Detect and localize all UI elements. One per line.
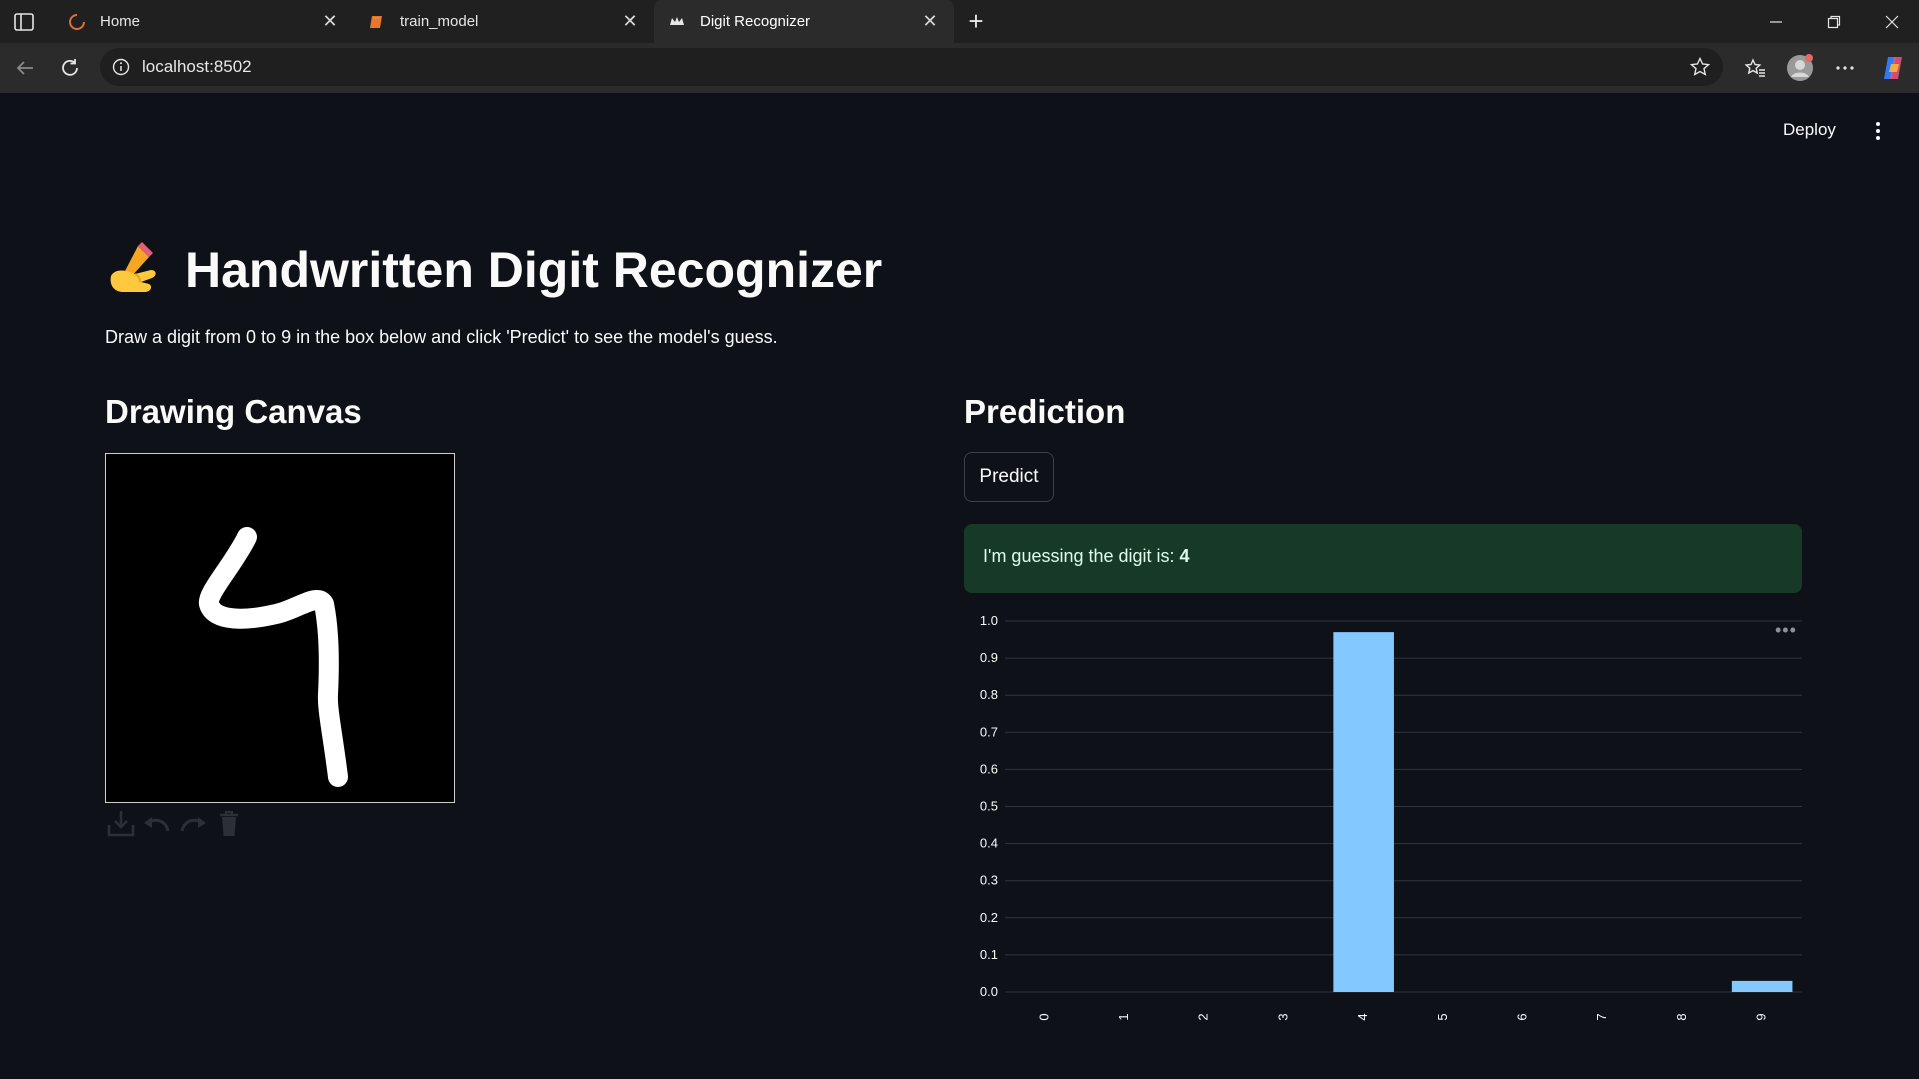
copilot-icon	[1884, 57, 1902, 79]
download-icon[interactable]	[105, 807, 137, 839]
deploy-button[interactable]: Deploy	[1783, 120, 1836, 140]
back-button[interactable]	[10, 53, 40, 83]
new-tab-button[interactable]: +	[962, 8, 990, 36]
url-text: localhost:8502	[142, 57, 252, 76]
tab-digit-recognizer[interactable]: Digit Recognizer ✕	[654, 0, 954, 43]
x-tick-label: 0	[1036, 1013, 1051, 1020]
chart-bar[interactable]	[1333, 632, 1394, 992]
address-bar[interactable]: localhost:8502	[100, 48, 1723, 86]
restore-button[interactable]	[1805, 0, 1863, 43]
back-arrow-icon	[16, 61, 33, 75]
reload-button[interactable]	[55, 53, 85, 83]
x-tick-label: 4	[1355, 1013, 1370, 1020]
y-tick-label: 0.1	[980, 947, 998, 962]
page-description: Draw a digit from 0 to 9 in the box belo…	[105, 327, 778, 347]
chart-bar[interactable]	[1731, 980, 1793, 992]
x-tick-label: 6	[1514, 1013, 1529, 1020]
more-options-button[interactable]	[1830, 53, 1860, 83]
page-title-text: Handwritten Digit Recognizer	[185, 242, 883, 298]
y-tick-label: 1.0	[980, 613, 998, 628]
canvas-toolbar	[105, 807, 245, 841]
x-tick-label: 3	[1275, 1013, 1290, 1020]
y-tick-label: 0.5	[980, 799, 998, 814]
favorites-button[interactable]	[1740, 53, 1770, 83]
x-tick-label: 1	[1116, 1013, 1131, 1020]
canvas-heading: Drawing Canvas	[105, 393, 362, 430]
more-horizontal-icon	[1836, 66, 1854, 70]
trash-icon[interactable]	[213, 807, 245, 839]
undo-icon[interactable]	[141, 807, 173, 839]
page-title: Handwritten Digit Recognizer	[105, 240, 882, 300]
tab-train-model[interactable]: train_model ✕	[354, 0, 654, 43]
minimize-button[interactable]	[1747, 0, 1805, 43]
browser-toolbar: localhost:8502	[0, 43, 1919, 93]
streamlit-crown-icon	[668, 13, 686, 31]
tab-title: train_model	[400, 13, 479, 30]
main-menu-icon[interactable]	[1868, 119, 1888, 143]
redo-icon[interactable]	[177, 807, 209, 839]
prediction-heading: Prediction	[964, 393, 1126, 430]
y-tick-label: 0.8	[980, 687, 998, 702]
reload-icon	[62, 59, 78, 76]
favorites-icon	[1744, 58, 1765, 77]
writing-hand-icon	[110, 242, 156, 292]
x-tick-label: 7	[1594, 1013, 1609, 1020]
close-icon[interactable]: ✕	[920, 11, 940, 32]
result-prefix: I'm guessing the digit is:	[983, 546, 1180, 566]
chart-more-icon[interactable]: •••	[1775, 620, 1797, 641]
avatar	[1787, 54, 1813, 81]
tab-title: Digit Recognizer	[700, 13, 811, 30]
y-tick-label: 0.0	[980, 984, 998, 999]
close-window-button[interactable]	[1863, 0, 1919, 43]
drawn-digit-stroke	[198, 527, 348, 787]
y-tick-label: 0.3	[980, 873, 998, 888]
y-tick-label: 0.7	[980, 724, 998, 739]
x-tick-label: 5	[1435, 1013, 1450, 1020]
predict-button[interactable]: Predict	[964, 452, 1054, 502]
close-icon[interactable]: ✕	[620, 11, 640, 32]
star-icon[interactable]	[1689, 56, 1711, 78]
copilot-button[interactable]	[1878, 53, 1908, 83]
loading-icon	[68, 13, 86, 31]
tab-title: Home	[100, 13, 141, 30]
probability-bar-chart: 0.0 0.1 0.2 0.3 0.4 0.5 0.6 0.7 0.8 0.9 1.0 0 1 2 3 4 5 6…	[980, 613, 1802, 1021]
prediction-result-alert: I'm guessing the digit is: 4	[964, 524, 1802, 593]
x-tick-label: 2	[1196, 1013, 1211, 1020]
y-tick-label: 0.4	[980, 836, 998, 851]
profile-button[interactable]	[1785, 53, 1815, 83]
y-tick-label: 0.2	[980, 910, 998, 925]
y-tick-label: 0.6	[980, 761, 998, 776]
tab-home[interactable]: Home ✕	[54, 0, 354, 43]
notebook-icon	[368, 13, 386, 31]
result-digit: 4	[1179, 546, 1190, 566]
x-tick-label: 9	[1754, 1013, 1769, 1020]
x-tick-label: 8	[1674, 1013, 1689, 1020]
browser-tab-bar: Home ✕ train_model ✕ Digit Recognizer ✕ …	[0, 0, 1919, 43]
close-icon[interactable]: ✕	[320, 11, 340, 32]
info-icon[interactable]	[112, 58, 130, 76]
drawing-canvas[interactable]	[105, 453, 455, 803]
sidebar-toggle-icon[interactable]	[12, 10, 36, 34]
y-tick-label: 0.9	[980, 650, 998, 665]
